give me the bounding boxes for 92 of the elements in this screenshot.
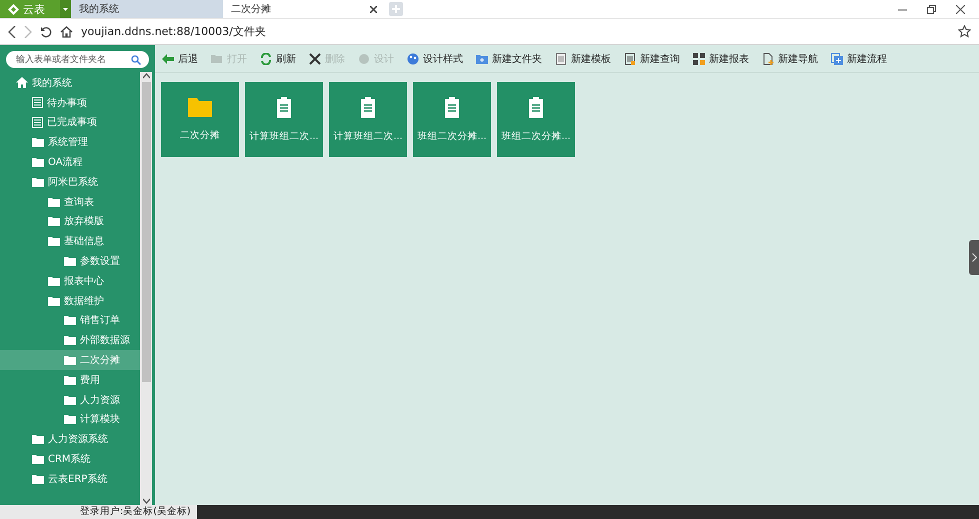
status-text: 登录用户:吴金标(吴金标) [0,505,197,519]
chevron-icon [972,253,976,262]
toolbar-button[interactable]: 后退 [162,52,198,66]
page-plus-icon [831,52,843,64]
toolbar-button[interactable]: 新建导航 [762,52,818,66]
close-icon[interactable] [956,4,965,14]
folder-icon [64,374,76,385]
close-icon[interactable] [370,6,377,12]
tree-item[interactable]: 查询表 [0,192,140,212]
tree-item[interactable]: 外部数据源 [0,330,140,350]
folder-icon [32,137,44,148]
clipboard-icon [359,96,377,118]
tree-item[interactable]: 基础信息 [0,231,140,252]
folder-icon [188,98,212,116]
file-tile[interactable]: 计算班组二次... [245,82,323,157]
home-icon [16,77,28,88]
folder-icon [32,454,44,464]
logo-icon [8,4,19,14]
file-tile[interactable]: 二次分摊 [161,82,239,157]
folder-icon [64,355,76,366]
file-tile[interactable]: 计算班组二次... [329,82,407,157]
toolbar-button[interactable]: 新建模板 [555,52,611,66]
star-icon[interactable] [958,25,971,38]
caret-icon[interactable] [63,8,68,10]
tree-item[interactable]: 人力资源 [0,390,140,410]
folder-icon [48,196,60,207]
browser-tab[interactable]: 我的系统 [71,0,223,18]
toolbar-button[interactable]: 刷新 [260,52,296,66]
folder-icon [211,52,223,64]
plus-icon [392,5,400,13]
tree-item[interactable]: 计算模块 [0,410,140,430]
tree-item[interactable]: 已完成事项 [0,112,140,132]
app-menu-button[interactable]: 云表 [0,0,60,18]
tree-item[interactable]: 系统管理 [0,132,140,152]
scroll-up-icon[interactable] [142,72,150,80]
tree-item[interactable]: 数据维护 [0,290,140,311]
folder-icon [48,296,60,306]
tree-item[interactable]: 放弃模版 [0,212,140,232]
back-icon[interactable] [8,26,16,38]
scrollbar[interactable] [140,72,152,505]
list-icon [32,97,43,108]
tree-item[interactable]: OA流程 [0,152,140,172]
clipboard-icon [443,96,461,118]
toolbar-button[interactable]: 新建流程 [831,52,887,66]
page-plus-icon [762,52,774,64]
close-icon [309,52,321,64]
search-icon [131,54,141,64]
tree-item[interactable]: 待办事项 [0,92,140,113]
tree-item[interactable]: 费用 [0,370,140,390]
tree-item[interactable]: 云表ERP系统 [0,468,140,489]
folder-icon [32,176,44,187]
refresh-icon [260,52,272,64]
grid-icon [693,52,705,64]
folder-icon [64,256,76,266]
file-tile[interactable]: 班组二次分摊... [413,82,491,157]
file-tile[interactable]: 班组二次分摊... [497,82,575,157]
scroll-down-icon[interactable] [142,497,150,505]
home-icon[interactable] [60,26,73,38]
document-icon [555,52,567,64]
toolbar-button[interactable]: 新建报表 [693,52,749,66]
folder-icon [48,276,60,286]
tree-item[interactable]: 二次分摊 [0,350,140,370]
reload-icon[interactable] [40,26,52,38]
clipboard-icon [527,96,545,118]
address-field[interactable]: youjian.ddns.net:88/10003/文件夹 [81,24,950,39]
tree-item[interactable]: 我的系统 [0,73,140,93]
search-field[interactable]: 输入表单或者文件夹名 [6,51,149,68]
folder-icon [32,157,44,168]
back-arrow-icon [162,52,174,64]
toolbar-button[interactable]: 新建文件夹 [476,52,542,66]
tree-item[interactable]: 人力资源系统 [0,429,140,450]
toolbar-button[interactable]: 新建查询 [624,52,680,66]
folder-icon [64,315,76,326]
toolbar-button[interactable]: 设计样式 [407,52,463,66]
tree-item[interactable]: 阿米巴系统 [0,172,140,192]
document-list-icon [624,52,636,64]
list-icon [32,116,43,128]
folder-icon [48,236,60,246]
folder-plus-icon [476,52,488,64]
folder-icon [48,216,60,226]
restore-icon[interactable] [927,4,936,14]
tree-item[interactable]: 销售订单 [0,310,140,330]
folder-icon [32,474,44,484]
tree-item[interactable]: 参数设置 [0,251,140,271]
folder-icon [64,414,76,424]
clipboard-icon [275,96,293,118]
side-panel-handle[interactable] [969,240,979,275]
folder-icon [32,434,44,444]
tree-item[interactable]: CRM系统 [0,449,140,469]
folder-icon [64,394,76,405]
folder-icon [64,335,76,346]
tree-item[interactable]: 报表中心 [0,270,140,291]
